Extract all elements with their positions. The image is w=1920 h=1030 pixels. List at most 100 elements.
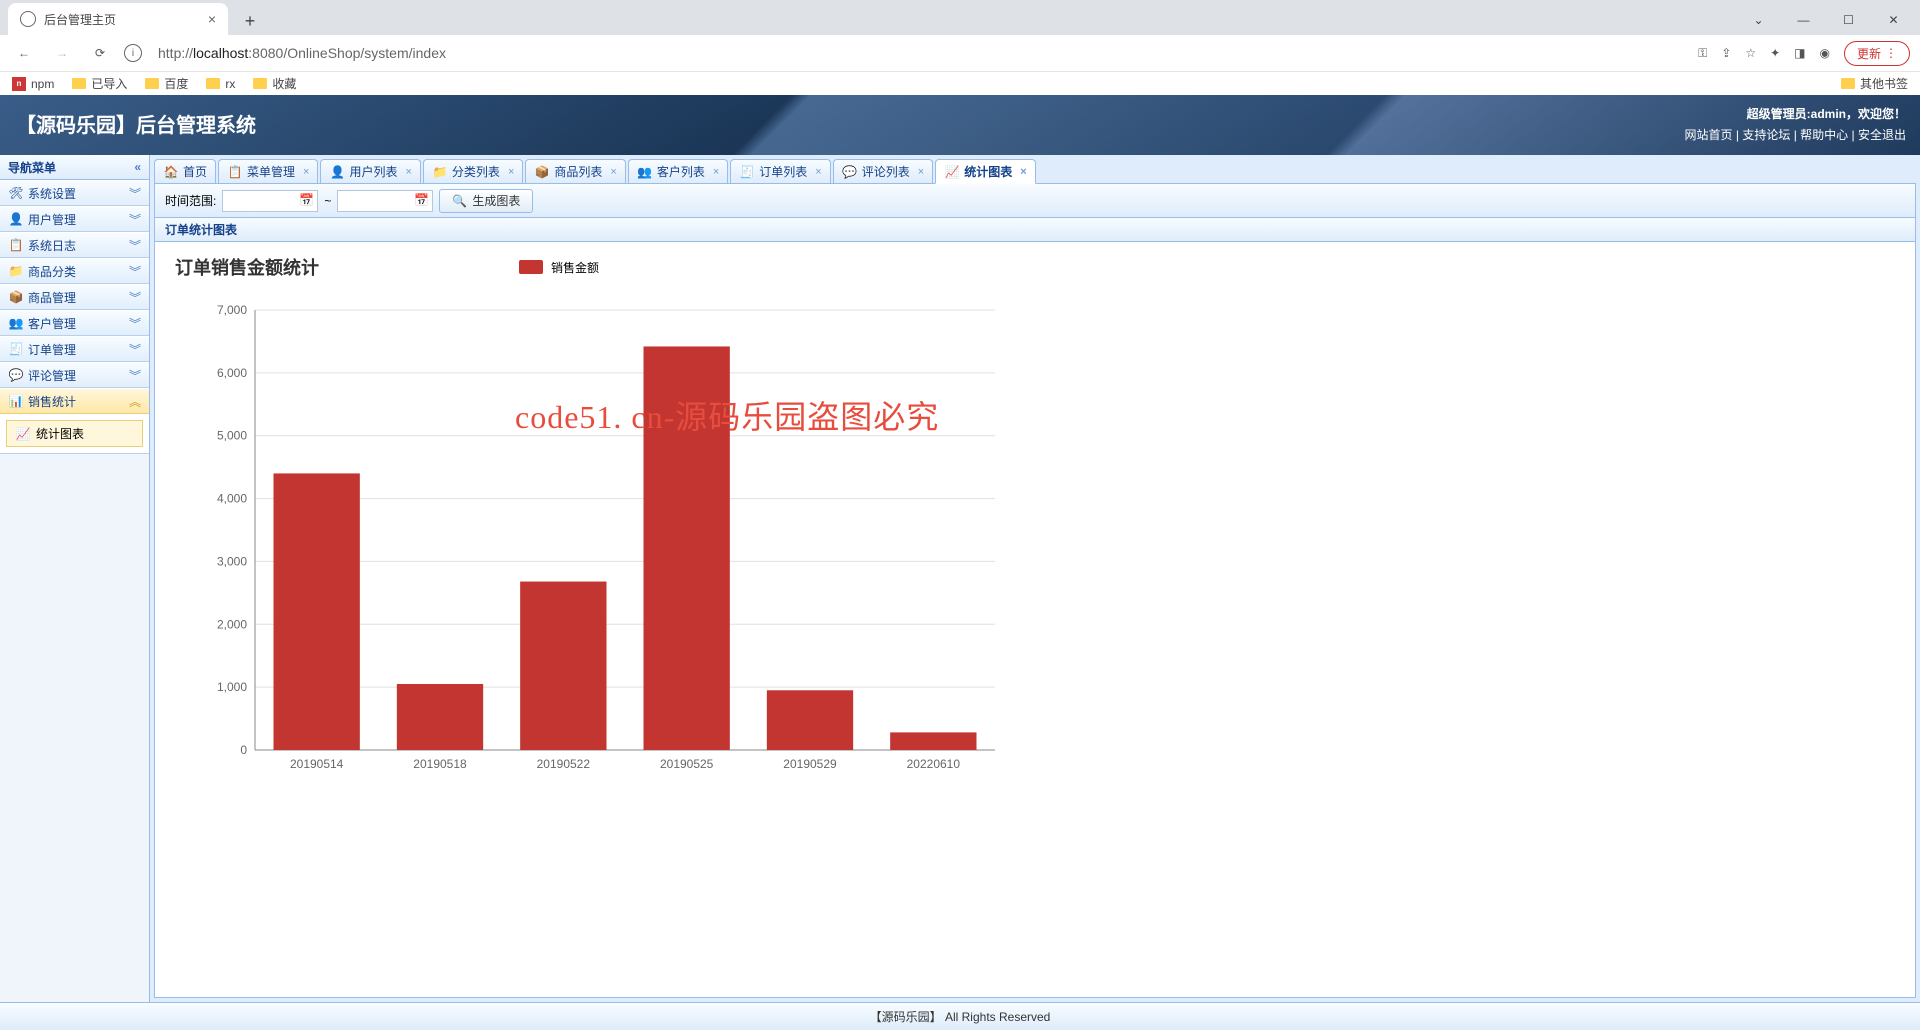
link-logout[interactable]: 安全退出 <box>1858 128 1906 142</box>
range-to-label: ~ <box>324 194 331 208</box>
extensions-icon[interactable]: ✦ <box>1770 46 1780 60</box>
folder-icon <box>206 78 220 89</box>
range-label: 时间范围: <box>165 192 216 209</box>
tab-close-icon[interactable]: × <box>713 166 719 178</box>
chart-legend: 销售金额 <box>519 259 599 276</box>
bookmark-star-icon[interactable]: ☆ <box>1745 46 1756 60</box>
tab-close-icon[interactable]: × <box>405 166 411 178</box>
svg-text:20190525: 20190525 <box>660 757 714 771</box>
date-from-input[interactable]: 📅 <box>222 190 318 212</box>
bar-chart: 01,0002,0003,0004,0005,0006,0007,0002019… <box>175 290 1015 790</box>
chevron-icon: ︾ <box>129 367 141 384</box>
svg-text:1,000: 1,000 <box>217 680 247 694</box>
back-button[interactable]: ← <box>10 39 38 67</box>
tab-close-icon[interactable]: × <box>208 11 216 27</box>
menu-icon: 📁 <box>8 263 24 279</box>
tree-node-chart[interactable]: 📈统计图表 <box>6 420 143 447</box>
menu-icon: 📋 <box>8 237 24 253</box>
window-minimize-icon[interactable]: — <box>1781 6 1826 34</box>
update-button[interactable]: 更新⋮ <box>1844 41 1910 66</box>
folder-icon <box>1841 78 1855 89</box>
tab-close-icon[interactable]: × <box>508 166 514 178</box>
chart-area: 订单销售金额统计 销售金额 01,0002,0003,0004,0005,000… <box>155 242 1915 997</box>
browser-tab[interactable]: 后台管理主页 × <box>8 3 228 35</box>
chevron-icon: ︽ <box>129 393 141 410</box>
reload-button[interactable]: ⟳ <box>86 39 114 67</box>
chevron-icon: ︾ <box>129 211 141 228</box>
welcome-text: 超级管理员:admin，欢迎您！ <box>1685 105 1907 122</box>
tab-icon: 📁 <box>432 164 448 180</box>
tab[interactable]: 📋菜单管理× <box>218 159 318 183</box>
tab-icon: 📦 <box>534 164 550 180</box>
link-help[interactable]: 帮助中心 <box>1800 128 1848 142</box>
tab[interactable]: 💬评论列表× <box>833 159 933 183</box>
sidebar-item[interactable]: 📊销售统计︽ <box>0 388 149 414</box>
chevron-icon: ︾ <box>129 263 141 280</box>
sidebar-item[interactable]: 📦商品管理︾ <box>0 284 149 310</box>
tab-close-icon[interactable]: × <box>303 166 309 178</box>
sidebar: 导航菜单 « 🛠系统设置︾👤用户管理︾📋系统日志︾📁商品分类︾📦商品管理︾👥客户… <box>0 155 150 1002</box>
sidebar-item[interactable]: 🧾订单管理︾ <box>0 336 149 362</box>
bookmark-npm[interactable]: nnpm <box>12 77 54 91</box>
bookmark-baidu[interactable]: 百度 <box>145 75 188 92</box>
chevron-icon: ︾ <box>129 185 141 202</box>
password-key-icon[interactable]: ⚿ <box>1698 46 1707 61</box>
bookmark-rx[interactable]: rx <box>206 77 235 91</box>
bookmark-imported[interactable]: 已导入 <box>72 75 127 92</box>
globe-icon <box>20 11 36 27</box>
new-tab-button[interactable]: + <box>236 7 264 35</box>
sidebar-item[interactable]: 👤用户管理︾ <box>0 206 149 232</box>
tab[interactable]: 🏠首页 <box>154 159 216 183</box>
generate-chart-button[interactable]: 🔍 生成图表 <box>439 189 533 213</box>
window-maximize-icon[interactable]: ☐ <box>1826 6 1871 34</box>
tab-close-icon[interactable]: × <box>610 166 616 178</box>
tab-close-icon[interactable]: × <box>918 166 924 178</box>
menu-icon: 📦 <box>8 289 24 305</box>
sidebar-item[interactable]: 👥客户管理︾ <box>0 310 149 336</box>
nav-header: 导航菜单 « <box>0 155 149 180</box>
svg-text:5,000: 5,000 <box>217 429 247 443</box>
tab[interactable]: 📈统计图表× <box>935 159 1035 184</box>
menu-icon: 💬 <box>8 367 24 383</box>
calendar-icon: 📅 <box>414 193 430 209</box>
sidebar-item[interactable]: 📁商品分类︾ <box>0 258 149 284</box>
tab-close-icon[interactable]: × <box>1020 166 1026 178</box>
bookmark-favorites[interactable]: 收藏 <box>253 75 296 92</box>
sidebar-item[interactable]: 🛠系统设置︾ <box>0 180 149 206</box>
site-info-icon[interactable]: i <box>124 44 142 62</box>
address-bar[interactable]: http://localhost:8080/OnlineShop/system/… <box>152 45 1688 61</box>
legend-label: 销售金额 <box>551 259 599 276</box>
npm-icon: n <box>12 77 26 91</box>
tab[interactable]: 📁分类列表× <box>423 159 523 183</box>
svg-text:3,000: 3,000 <box>217 554 247 568</box>
tab-close-icon[interactable]: × <box>815 166 821 178</box>
other-bookmarks[interactable]: 其他书签 <box>1841 75 1908 92</box>
window-close-icon[interactable]: ✕ <box>1871 6 1916 34</box>
profile-icon[interactable]: ◉ <box>1820 46 1830 60</box>
tab[interactable]: 👤用户列表× <box>320 159 420 183</box>
tab[interactable]: 📦商品列表× <box>525 159 625 183</box>
menu-icon: 📊 <box>8 393 24 409</box>
share-icon[interactable]: ⇪ <box>1721 46 1731 60</box>
forward-button[interactable]: → <box>48 39 76 67</box>
chevron-icon: ︾ <box>129 289 141 306</box>
sidepanel-icon[interactable]: ◨ <box>1794 46 1805 60</box>
sidebar-item[interactable]: 💬评论管理︾ <box>0 362 149 388</box>
link-home[interactable]: 网站首页 <box>1685 128 1733 142</box>
tab[interactable]: 🧾订单列表× <box>730 159 830 183</box>
link-forum[interactable]: 支持论坛 <box>1742 128 1790 142</box>
collapse-sidebar-icon[interactable]: « <box>134 160 141 174</box>
folder-icon <box>72 78 86 89</box>
legend-swatch <box>519 260 543 274</box>
tab-icon: 🏠 <box>163 164 179 180</box>
tab-icon: 💬 <box>842 164 858 180</box>
window-dropdown-icon[interactable]: ⌄ <box>1736 6 1781 34</box>
tab[interactable]: 👥客户列表× <box>628 159 728 183</box>
svg-text:20190518: 20190518 <box>413 757 467 771</box>
panel-header: 订单统计图表 <box>155 218 1915 242</box>
tab-icon: 👤 <box>329 164 345 180</box>
sidebar-item[interactable]: 📋系统日志︾ <box>0 232 149 258</box>
date-to-input[interactable]: 📅 <box>337 190 433 212</box>
chevron-icon: ︾ <box>129 341 141 358</box>
tab-icon: 📋 <box>227 164 243 180</box>
